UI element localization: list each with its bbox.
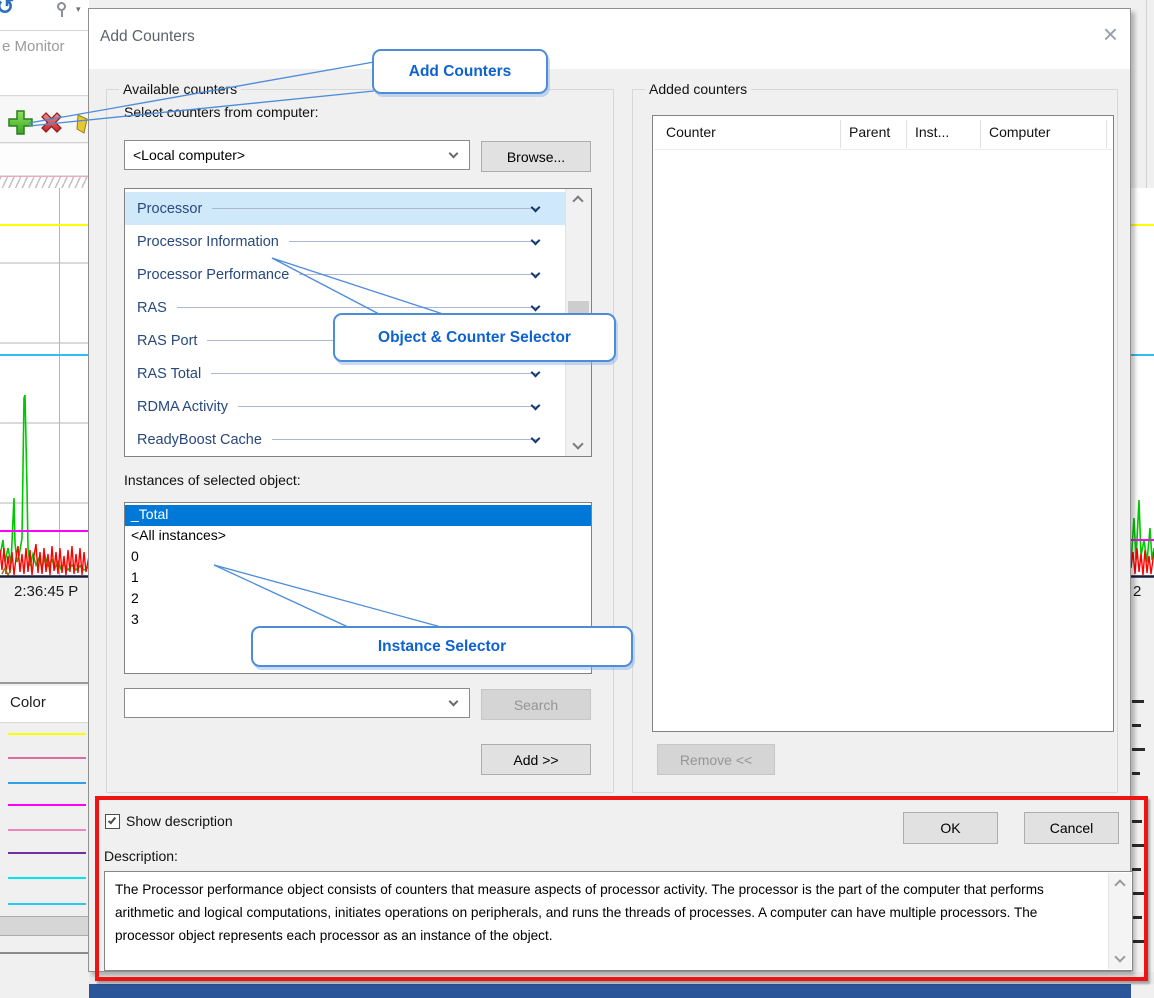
- counter-object-row[interactable]: ReadyBoost Cache: [125, 423, 591, 456]
- instance-row[interactable]: <All instances>: [125, 526, 591, 547]
- counter-object-row[interactable]: Processor Performance: [125, 258, 591, 291]
- leader-line: [289, 241, 537, 242]
- column-divider[interactable]: [1106, 120, 1107, 148]
- toolbar-gap-row: [0, 144, 89, 176]
- chevron-down-icon[interactable]: [531, 236, 541, 246]
- available-counters-group: Available counters Select counters from …: [106, 89, 614, 793]
- divider: [1146, 0, 1147, 188]
- horizontal-scrollbar[interactable]: [0, 916, 89, 936]
- delete-counter-x-icon[interactable]: [38, 109, 65, 136]
- instance-row[interactable]: 0: [125, 547, 591, 568]
- text-fragment: [1132, 700, 1144, 703]
- column-header-parent[interactable]: Parent: [849, 124, 890, 140]
- legend-swatch[interactable]: [8, 804, 86, 806]
- dialog-title: Add Counters: [100, 28, 195, 46]
- red-highlight-rectangle: [95, 796, 1148, 981]
- chevron-down-icon[interactable]: [531, 302, 541, 312]
- graph-time-label: 2:36:45 P: [14, 583, 78, 600]
- column-divider[interactable]: [906, 120, 907, 148]
- legend-swatch[interactable]: [8, 877, 86, 879]
- added-counters-group: Added counters Counter Parent Inst... Co…: [632, 89, 1118, 793]
- dialog-titlebar[interactable]: [89, 9, 1130, 69]
- instance-row[interactable]: 1: [125, 568, 591, 589]
- column-divider[interactable]: [840, 120, 841, 148]
- callout-add-counters: Add Counters: [372, 49, 548, 94]
- legend-swatch[interactable]: [8, 757, 86, 759]
- counter-object-name: Processor: [137, 201, 202, 217]
- scroll-up-icon[interactable]: [572, 195, 583, 206]
- added-counters-group-label: Added counters: [645, 81, 751, 97]
- chevron-down-icon[interactable]: [531, 269, 541, 279]
- green-series: [0, 395, 89, 570]
- perfmon-graph-right-fragment: [1131, 188, 1154, 578]
- leader-line: [212, 208, 537, 209]
- legend-color-column-header[interactable]: Color: [0, 686, 89, 723]
- column-header-instance[interactable]: Inst...: [915, 124, 949, 140]
- chevron-down-icon[interactable]: [531, 368, 541, 378]
- chevron-down-icon[interactable]: ▾: [76, 4, 81, 15]
- chevron-down-icon[interactable]: [449, 149, 459, 159]
- instances-label: Instances of selected object:: [124, 472, 301, 488]
- legend-swatch[interactable]: [8, 782, 86, 784]
- counter-object-row[interactable]: RDMA Activity: [125, 390, 591, 423]
- legend-swatch[interactable]: [8, 903, 86, 905]
- add-counter-plus-icon[interactable]: [7, 109, 34, 136]
- column-header-counter[interactable]: Counter: [666, 124, 716, 140]
- text-fragment: [1132, 748, 1145, 751]
- pushpin-icon-stem: [61, 11, 63, 17]
- computer-combobox-value: <Local computer>: [133, 147, 245, 163]
- remove-button[interactable]: Remove <<: [657, 744, 775, 775]
- counter-object-row[interactable]: Processor Information: [125, 225, 591, 258]
- leader-line: [238, 406, 537, 407]
- leader-line: [299, 274, 537, 275]
- instance-row[interactable]: 2: [125, 589, 591, 610]
- undo-icon[interactable]: ↺: [0, 0, 14, 20]
- search-button[interactable]: Search: [481, 689, 591, 720]
- text-fragment: [1132, 772, 1140, 775]
- divider: [0, 682, 89, 684]
- performance-monitor-tab-label: e Monitor: [2, 38, 65, 55]
- select-counters-label: Select counters from computer:: [124, 104, 319, 120]
- background-perfmon-left: ↺ ▾ e Monitor: [0, 0, 89, 998]
- computer-combobox[interactable]: <Local computer>: [124, 140, 470, 170]
- leader-line: [272, 439, 537, 440]
- column-divider[interactable]: [980, 120, 981, 148]
- instance-row[interactable]: _Total: [125, 505, 591, 526]
- perfmon-graph: [0, 188, 89, 578]
- column-header-computer[interactable]: Computer: [989, 124, 1050, 140]
- chevron-down-icon[interactable]: [531, 401, 541, 411]
- browse-button[interactable]: Browse...: [481, 141, 591, 172]
- text-fragment: [1132, 724, 1141, 727]
- pushpin-icon[interactable]: [57, 2, 66, 11]
- header-underline: [654, 149, 1112, 150]
- legend-swatch[interactable]: [8, 733, 86, 735]
- close-icon[interactable]: ×: [1103, 21, 1118, 47]
- scroll-down-icon[interactable]: [572, 438, 583, 449]
- chevron-down-icon[interactable]: [449, 697, 459, 707]
- divider: [0, 30, 89, 31]
- graph-plot: [0, 188, 89, 578]
- divider: [0, 952, 89, 954]
- counter-object-row[interactable]: Processor: [125, 192, 591, 225]
- chevron-down-icon[interactable]: [531, 434, 541, 444]
- leader-line: [177, 307, 537, 308]
- graph-time-label-fragment: 2: [1133, 583, 1141, 600]
- callout-object-counter-selector: Object & Counter Selector: [333, 313, 616, 362]
- graph-hatch-band: [0, 176, 89, 188]
- add-button[interactable]: Add >>: [481, 744, 591, 775]
- perfmon-toolbar: [0, 97, 89, 143]
- legend-rows: [0, 723, 89, 915]
- callout-instance-selector: Instance Selector: [251, 626, 633, 667]
- available-counters-group-label: Available counters: [119, 81, 241, 97]
- legend-swatch[interactable]: [8, 852, 86, 854]
- chevron-down-icon[interactable]: [531, 203, 541, 213]
- instance-search-combobox[interactable]: [124, 688, 470, 718]
- legend-swatch[interactable]: [8, 829, 86, 831]
- leader-line: [211, 373, 537, 374]
- added-counters-table: Counter Parent Inst... Computer: [652, 115, 1114, 732]
